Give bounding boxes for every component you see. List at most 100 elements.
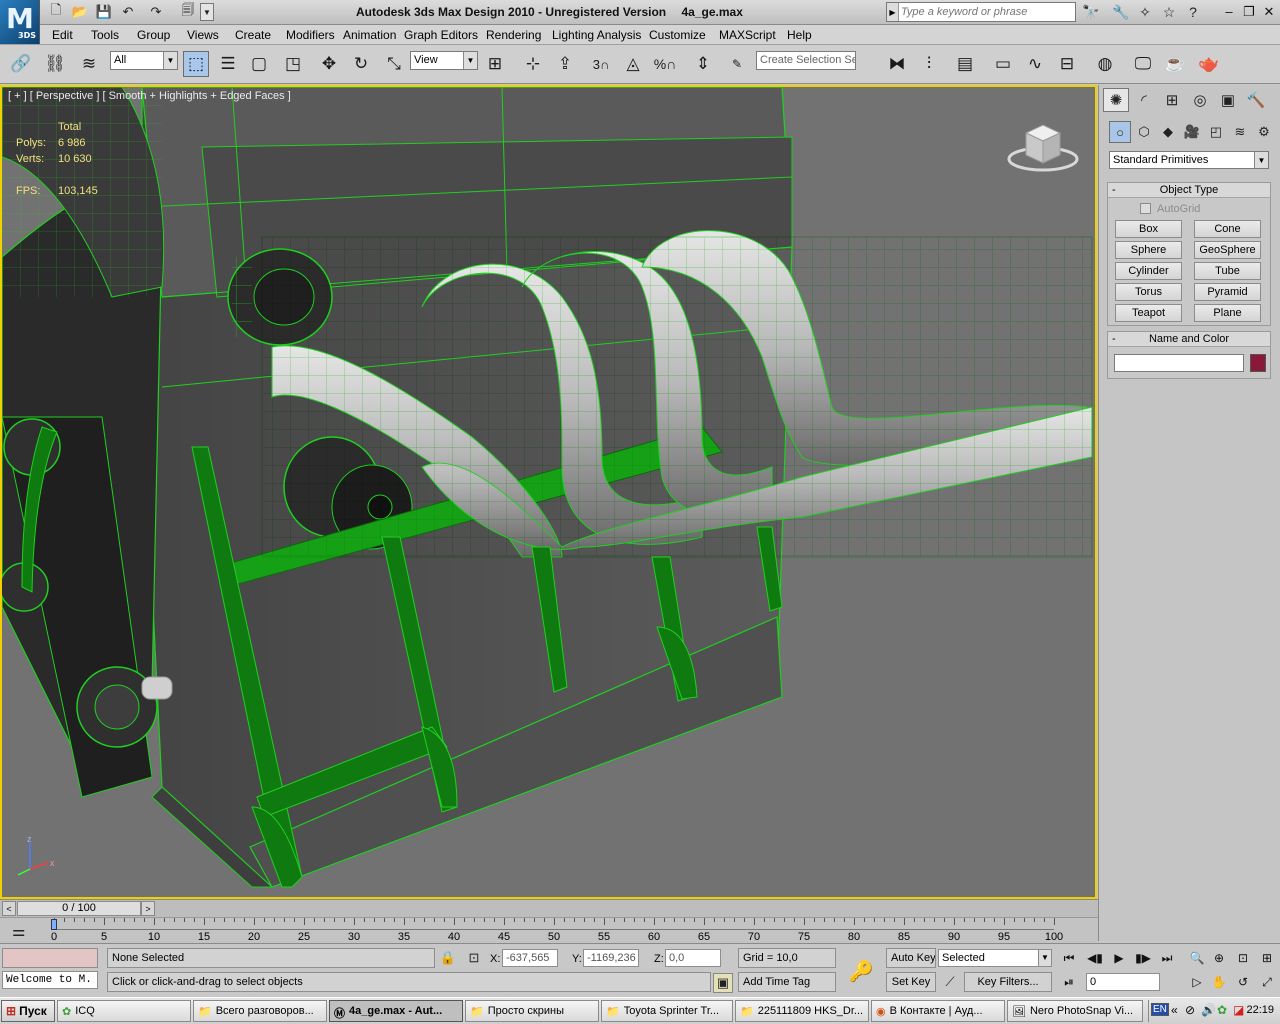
default-tangent-icon[interactable]: ⟋	[940, 972, 960, 992]
set-key-button[interactable]: Set Key	[886, 972, 936, 992]
menu-edit[interactable]: Edit	[52, 28, 73, 42]
sphere-button[interactable]: Sphere	[1115, 241, 1182, 259]
help-icon[interactable]: ?	[1182, 3, 1204, 21]
y-coordinate-field[interactable]: -1169,236	[583, 949, 639, 967]
taskbar-item-chat[interactable]: 📁 Всего разговоров...	[193, 1000, 327, 1022]
viewport-scene[interactable]	[2, 87, 1095, 897]
torus-button[interactable]: Torus	[1115, 283, 1182, 301]
binoculars-icon[interactable]: 🔭	[1080, 3, 1102, 21]
select-and-manipulate-icon[interactable]: ⊹	[520, 51, 546, 77]
menu-graph-editors[interactable]: Graph Editors	[404, 28, 478, 42]
go-to-end-icon[interactable]: ⏭	[1156, 948, 1178, 968]
cameras-icon[interactable]: 🎥	[1181, 121, 1203, 143]
menu-rendering[interactable]: Rendering	[486, 28, 541, 42]
previous-key-icon[interactable]: ◀▮	[1084, 948, 1106, 968]
lights-icon[interactable]: ◆	[1157, 121, 1179, 143]
object-name-input[interactable]	[1114, 354, 1244, 372]
menu-create[interactable]: Create	[235, 28, 271, 42]
schematic-view-icon[interactable]: ⊟	[1054, 51, 1080, 77]
menu-group[interactable]: Group	[137, 28, 170, 42]
add-time-tag-button[interactable]: Add Time Tag	[738, 972, 836, 992]
taskbar-item-nero[interactable]: 🖼 Nero PhotoSnap Vi...	[1007, 1000, 1143, 1022]
subscription-icon[interactable]: 🔧	[1110, 3, 1132, 21]
snaps-toggle-icon[interactable]: 3 ∩	[588, 51, 614, 77]
select-and-link-icon[interactable]: 🔗	[8, 51, 34, 77]
plane-button[interactable]: Plane	[1194, 304, 1261, 322]
menu-maxscript[interactable]: MAXScript	[719, 28, 776, 42]
systems-icon[interactable]: ⚙	[1253, 121, 1275, 143]
rectangular-selection-icon[interactable]: ▢	[246, 51, 272, 77]
keyboard-shortcut-override-icon[interactable]: ⇪	[552, 51, 578, 77]
zoom-extents-icon[interactable]: ⊡	[1232, 948, 1254, 968]
render-setup-icon[interactable]: 🖵	[1130, 51, 1156, 77]
motion-tab-icon[interactable]: ◎	[1187, 88, 1213, 112]
quick-access-dropdown[interactable]: ▼	[200, 3, 214, 21]
maxscript-mini-listener[interactable]	[2, 948, 98, 968]
icq-tray-icon[interactable]: ✿	[1217, 1003, 1227, 1017]
play-icon[interactable]: ▶	[1108, 948, 1130, 968]
teapot-button[interactable]: Teapot	[1115, 304, 1182, 322]
current-frame-marker[interactable]	[51, 919, 57, 930]
lock-selection-icon[interactable]: 🔒	[438, 948, 458, 968]
isolate-selection-icon[interactable]: ▣	[713, 973, 733, 993]
key-filters-button[interactable]: Key Filters...	[964, 972, 1052, 992]
select-and-scale-icon[interactable]: ⤡	[381, 51, 407, 77]
shapes-icon[interactable]: ⬡	[1133, 121, 1155, 143]
tube-button[interactable]: Tube	[1194, 262, 1261, 280]
new-file-icon[interactable]: 🗋	[46, 2, 66, 21]
named-selection-sets[interactable]: Create Selection Se	[756, 51, 856, 70]
x-coordinate-field[interactable]: -637,565	[502, 949, 558, 967]
menu-customize[interactable]: Customize	[649, 28, 706, 42]
menu-modifiers[interactable]: Modifiers	[286, 28, 335, 42]
angle-snap-icon[interactable]: ◬	[620, 51, 646, 77]
search-toggle-icon[interactable]: ▶	[887, 3, 899, 21]
zoom-icon[interactable]: 🔍	[1186, 948, 1208, 968]
set-key-filter-key-icon[interactable]: 🔑	[841, 956, 881, 986]
save-icon[interactable]: 💾	[94, 3, 114, 21]
edit-named-selection-icon[interactable]: ✎	[724, 51, 750, 77]
viewcube-icon[interactable]	[1006, 119, 1080, 173]
undo-icon[interactable]: ↶	[118, 3, 138, 21]
pivot-center-icon[interactable]: ⊞	[482, 51, 508, 77]
modify-tab-icon[interactable]: ◜	[1131, 88, 1157, 112]
perspective-viewport[interactable]: [ + ] [ Perspective ] [ Smooth + Highlig…	[0, 85, 1097, 899]
zoom-all-icon[interactable]: ⊕	[1208, 948, 1230, 968]
taskbar-item-toyota-folder[interactable]: 📁 Toyota Sprinter Tr...	[601, 1000, 733, 1022]
curve-editor-icon[interactable]: ∿	[1022, 51, 1048, 77]
open-mini-curve-editor-icon[interactable]: ⚌	[12, 922, 25, 940]
menu-lighting-analysis[interactable]: Lighting Analysis	[552, 28, 641, 42]
selection-filter-dropdown[interactable]: All ▼	[110, 51, 178, 70]
pan-view-icon[interactable]: ✋	[1208, 972, 1230, 992]
taskbar-item-hks-folder[interactable]: 📁 225111809 HKS_Dr...	[735, 1000, 869, 1022]
open-file-icon[interactable]: 📂	[70, 3, 90, 21]
minimize-icon[interactable]: –	[1220, 3, 1238, 20]
auto-key-button[interactable]: Auto Key	[886, 948, 936, 968]
close-icon[interactable]: ✕	[1260, 3, 1278, 20]
rendered-frame-window-icon[interactable]: ☕	[1162, 51, 1188, 77]
next-key-icon[interactable]: ▮▶	[1132, 948, 1154, 968]
key-mode-dropdown[interactable]: Selected ▼	[938, 949, 1052, 967]
utilities-tab-icon[interactable]: 🔨	[1243, 88, 1269, 112]
geosphere-button[interactable]: GeoSphere	[1194, 241, 1261, 259]
box-button[interactable]: Box	[1115, 220, 1182, 238]
create-tab-icon[interactable]: ✺	[1103, 88, 1129, 112]
application-button[interactable]: M 3DS	[0, 0, 40, 44]
maxscript-listener-input[interactable]: Welcome to M.	[2, 971, 98, 989]
search-input[interactable]	[901, 4, 1073, 20]
project-folder-icon[interactable]: 🗐	[178, 2, 198, 21]
hierarchy-tab-icon[interactable]: ⊞	[1159, 88, 1185, 112]
menu-help[interactable]: Help	[787, 28, 812, 42]
helpers-icon[interactable]: ◰	[1205, 121, 1227, 143]
language-indicator[interactable]: EN	[1151, 1003, 1169, 1016]
start-button[interactable]: ⊞ Пуск	[1, 1000, 55, 1022]
maximize-viewport-icon[interactable]: ⤢	[1256, 972, 1278, 992]
field-of-view-icon[interactable]: ▷	[1186, 972, 1208, 992]
menu-views[interactable]: Views	[187, 28, 219, 42]
align-icon[interactable]: ⫶	[916, 51, 942, 77]
transform-mode-icon[interactable]: ⊡	[464, 948, 484, 968]
taskbar-item-icq[interactable]: ✿ ICQ	[57, 1000, 191, 1022]
cylinder-button[interactable]: Cylinder	[1115, 262, 1182, 280]
select-and-rotate-icon[interactable]: ↻	[348, 51, 374, 77]
current-frame-field[interactable]: 0	[1086, 973, 1160, 991]
select-and-move-icon[interactable]: ✥	[316, 51, 342, 77]
